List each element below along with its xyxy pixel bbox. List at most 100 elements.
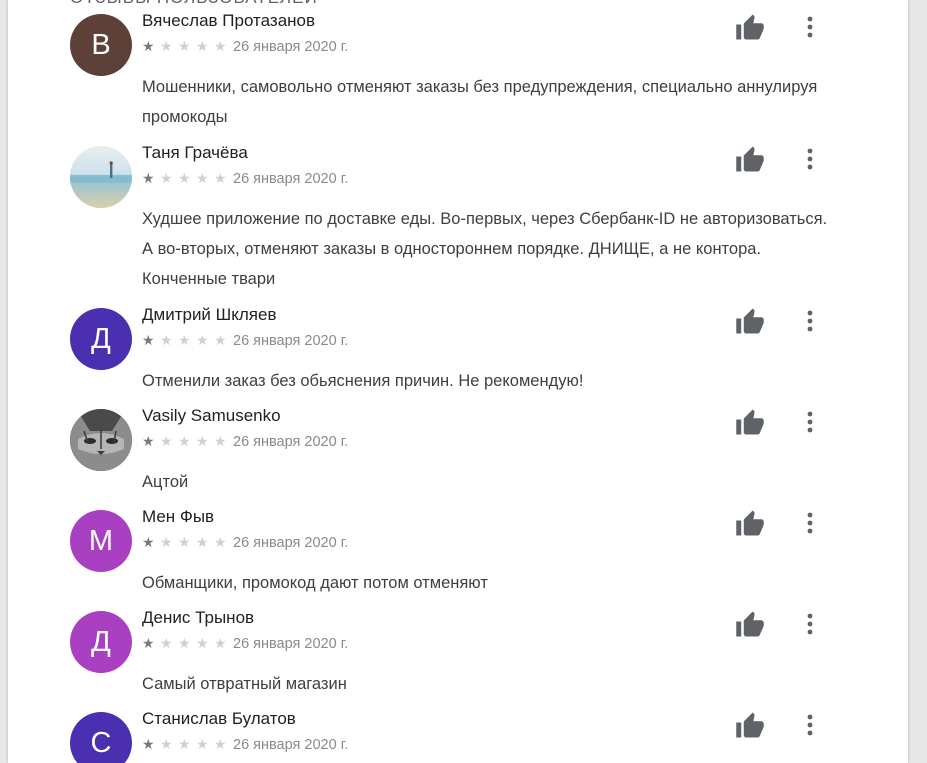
helpful-button[interactable] — [732, 141, 768, 177]
more-options-button[interactable] — [796, 141, 824, 177]
star-icon: ★ — [214, 737, 227, 753]
star-icon: ★ — [160, 333, 173, 349]
star-rating: ★ ★ ★ ★ ★ — [142, 738, 232, 752]
rating-row: ★ ★ ★ ★ ★ 26 января 2020 г. — [142, 535, 348, 551]
more-vert-icon — [807, 512, 813, 534]
star-icon: ★ — [214, 636, 227, 652]
star-icon: ★ — [178, 636, 191, 652]
review-text: Обманщики, промокод дают потом отменяют — [142, 574, 488, 592]
avatar-initial: Д — [91, 322, 111, 355]
star-icon: ★ — [142, 535, 155, 551]
star-icon: ★ — [142, 39, 155, 55]
star-icon: ★ — [160, 737, 173, 753]
star-icon: ★ — [142, 333, 155, 349]
rating-row: ★ ★ ★ ★ ★ 26 января 2020 г. — [142, 737, 348, 753]
avatar: С — [70, 712, 132, 763]
star-icon: ★ — [178, 333, 191, 349]
review-date: 26 января 2020 г. — [233, 636, 349, 652]
star-rating: ★ ★ ★ ★ ★ — [142, 172, 232, 186]
thumb-up-icon — [735, 509, 765, 537]
rating-row: ★ ★ ★ ★ ★ 26 января 2020 г. — [142, 171, 348, 187]
more-vert-icon — [807, 613, 813, 635]
thumb-up-icon — [735, 307, 765, 335]
review-author: Таня Грачёва — [142, 143, 248, 162]
star-icon: ★ — [178, 171, 191, 187]
star-icon: ★ — [160, 535, 173, 551]
more-vert-icon — [807, 310, 813, 332]
more-vert-icon — [807, 411, 813, 433]
reviews-card: Отзывы пользователей В Вячеслав Протазано… — [8, 0, 908, 763]
star-icon: ★ — [214, 39, 227, 55]
avatar — [70, 146, 132, 208]
more-options-button[interactable] — [796, 707, 824, 743]
more-vert-icon — [807, 16, 813, 38]
review-text: Мошенники, самовольно отменяют заказы бе… — [142, 78, 818, 126]
star-icon: ★ — [196, 737, 209, 753]
review-date: 26 января 2020 г. — [233, 171, 349, 187]
review-author: Мен Фыв — [142, 507, 215, 526]
more-options-button[interactable] — [796, 9, 824, 45]
review-date: 26 января 2020 г. — [233, 535, 349, 551]
review-date: 26 января 2020 г. — [233, 39, 349, 55]
review-text: Худшее приложение по доставке еды. Во-пе… — [142, 210, 828, 288]
star-icon: ★ — [214, 171, 227, 187]
avatar-initial: М — [88, 524, 114, 557]
star-rating: ★ ★ ★ ★ ★ — [142, 536, 232, 550]
review-author: Денис Трынов — [142, 608, 255, 627]
avatar-initial: Д — [91, 625, 111, 658]
avatar-initial: С — [90, 726, 112, 759]
star-icon: ★ — [160, 171, 173, 187]
star-icon: ★ — [178, 39, 191, 55]
review-author: Vasily Samusenko — [142, 406, 281, 425]
star-icon: ★ — [160, 434, 173, 450]
thumb-up-icon — [735, 408, 765, 436]
review-author: Вячеслав Протазанов — [142, 11, 316, 30]
review-text: Ацтой — [142, 473, 189, 491]
star-rating: ★ ★ ★ ★ ★ — [142, 334, 232, 348]
review-date: 26 января 2020 г. — [233, 333, 349, 349]
star-icon: ★ — [178, 434, 191, 450]
star-icon: ★ — [178, 737, 191, 753]
review-date: 26 января 2020 г. — [233, 737, 349, 753]
review-text: Самый отвратный магазин — [142, 675, 347, 693]
star-rating: ★ ★ ★ ★ ★ — [142, 40, 232, 54]
review-text: Отменили заказ без обьяснения причин. Не… — [142, 372, 584, 390]
star-icon: ★ — [196, 636, 209, 652]
helpful-button[interactable] — [732, 606, 768, 642]
star-icon: ★ — [196, 39, 209, 55]
section-title: Отзывы пользователей — [70, 0, 318, 8]
star-icon: ★ — [196, 333, 209, 349]
star-icon: ★ — [160, 39, 173, 55]
helpful-button[interactable] — [732, 505, 768, 541]
thumb-up-icon — [735, 711, 765, 739]
star-icon: ★ — [142, 171, 155, 187]
star-rating: ★ ★ ★ ★ ★ — [142, 637, 232, 651]
star-icon: ★ — [196, 171, 209, 187]
helpful-button[interactable] — [732, 707, 768, 743]
more-options-button[interactable] — [796, 606, 824, 642]
avatar: Д — [70, 611, 132, 673]
helpful-button[interactable] — [732, 9, 768, 45]
star-icon: ★ — [214, 434, 227, 450]
rating-row: ★ ★ ★ ★ ★ 26 января 2020 г. — [142, 39, 348, 55]
review-date: 26 января 2020 г. — [233, 434, 349, 450]
star-icon: ★ — [142, 737, 155, 753]
rating-row: ★ ★ ★ ★ ★ 26 января 2020 г. — [142, 333, 348, 349]
helpful-button[interactable] — [732, 404, 768, 440]
helpful-button[interactable] — [732, 303, 768, 339]
more-vert-icon — [807, 714, 813, 736]
avatar-initial: В — [91, 28, 111, 61]
more-options-button[interactable] — [796, 303, 824, 339]
thumb-up-icon — [735, 13, 765, 41]
avatar: М — [70, 510, 132, 572]
avatar — [70, 409, 132, 471]
star-icon: ★ — [178, 535, 191, 551]
more-options-button[interactable] — [796, 505, 824, 541]
avatar: Д — [70, 308, 132, 370]
star-icon: ★ — [196, 535, 209, 551]
star-icon: ★ — [142, 434, 155, 450]
avatar: В — [70, 14, 132, 76]
thumb-up-icon — [735, 145, 765, 173]
more-options-button[interactable] — [796, 404, 824, 440]
review-author: Станислав Булатов — [142, 709, 296, 728]
